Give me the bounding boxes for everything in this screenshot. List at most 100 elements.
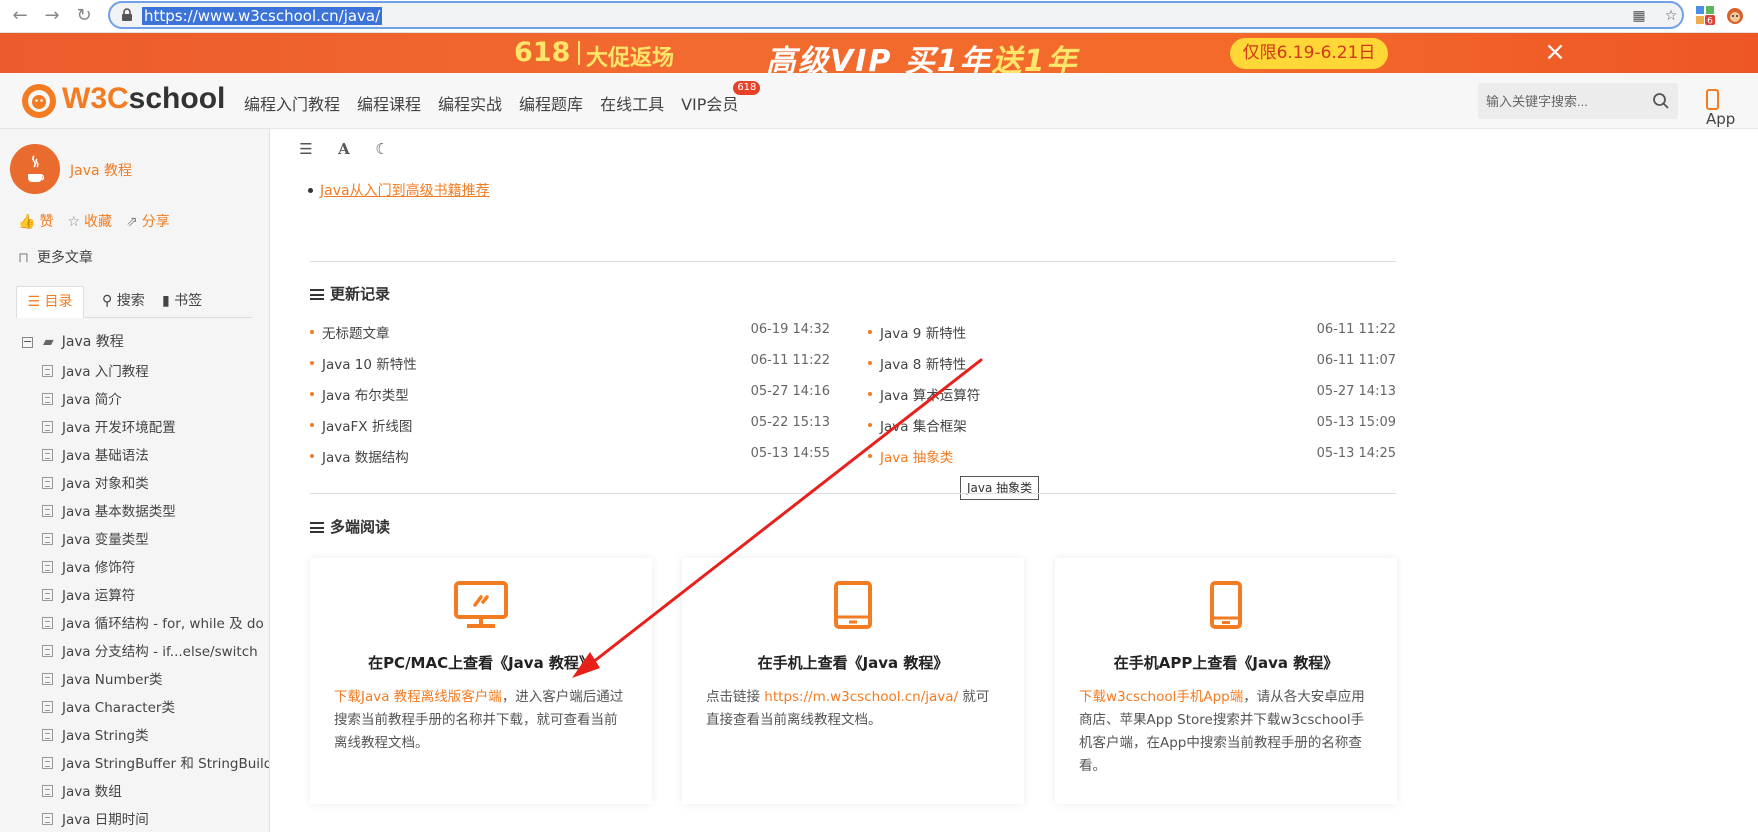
nav-item-vip[interactable]: VIP会员 618 [681,81,761,114]
document-icon [42,617,53,629]
toc-item[interactable]: Java 基础语法 [42,442,269,470]
course-title[interactable]: Java 教程 [70,160,132,180]
tab-bookmarks[interactable]: ▮ 书签 [162,286,202,318]
bookmark-star-icon[interactable]: ☆ [1662,7,1680,25]
collect-button[interactable]: ☆ 收藏 [67,211,112,231]
document-icon [42,673,53,685]
nav-item-courses[interactable]: 编程课程 [357,91,421,114]
toc-item[interactable]: Java 入门教程 [42,358,269,386]
like-button[interactable]: 👍 赞 [18,211,53,231]
nav-item-practice[interactable]: 编程实战 [438,91,502,114]
mobile-url-link[interactable]: https://m.w3cschool.cn/java/ [764,689,958,705]
nav-vip-label: VIP会员 [681,95,739,114]
tree-root-label: Java 教程 [61,334,124,350]
share-label: 分享 [141,214,170,230]
extension-icon[interactable]: 6 [1694,4,1716,26]
reading-toolbar: ☰ A ☾ [296,140,392,158]
app-download-link[interactable]: App [1706,89,1758,128]
toc-item[interactable]: Java 修饰符 [42,554,269,582]
toc-item[interactable]: Java 变量类型 [42,526,269,554]
toc-item-label: Java 基本数据类型 [62,504,176,520]
bookmark-icon: ▮ [162,293,175,309]
update-title: 无标题文章 [322,326,390,342]
toc-item[interactable]: Java 对象和类 [42,470,269,498]
toc-item[interactable]: Java 运算符 [42,582,269,610]
logo-icon[interactable] [20,82,58,120]
toc-item[interactable]: Java 分支结构 - if...else/switch [42,638,269,666]
updates-heading: 更新记录 [310,283,390,304]
promo-date-pill[interactable]: 仅限6.19-6.21日 [1230,38,1388,69]
sidebar-tabs: ☰ 目录 ⚲ 搜索 ▮ 书签 [16,286,252,318]
update-item[interactable]: Java 8 新特性 06-11 11:07 [868,353,1396,373]
update-date: 05-13 15:09 [1316,415,1396,430]
site-header: W3Cschool 编程入门教程 编程课程 编程实战 编程题库 在线工具 VIP… [0,73,1758,129]
search-icon[interactable] [1652,92,1670,110]
divider [310,261,1396,262]
promo-banner[interactable]: 618 大促返场 高级VIP 买1年送1年 仅限6.19-6.21日 × [0,33,1758,79]
update-date: 05-13 14:55 [750,446,830,461]
logo-w3: W3C [62,82,129,115]
browser-toolbar: ← → ↻ https://www.w3cschool.cn/java/ ▦ ☆… [0,0,1758,33]
qr-code-icon[interactable]: ▦ [1630,7,1648,25]
forward-icon[interactable]: → [40,4,64,28]
monkey-extension-icon[interactable] [1724,4,1746,26]
update-item[interactable]: Java 数据结构 05-13 14:55 [310,446,830,466]
nav-item-tools[interactable]: 在线工具 [600,91,664,114]
reload-icon[interactable]: ↻ [72,4,96,28]
toc-item[interactable]: Java Number类 [42,666,269,694]
share-button[interactable]: ⇗ 分享 [126,211,170,231]
download-client-link[interactable]: 下载Java 教程离线版客户端 [334,689,502,705]
tree-root[interactable]: − ▰ Java 教程 [22,331,124,351]
update-item[interactable]: Java 9 新特性 06-11 11:22 [868,322,1396,342]
document-icon [42,477,53,489]
update-item[interactable]: Java 布尔类型 05-27 14:16 [310,384,830,404]
toc-item[interactable]: Java Character类 [42,694,269,722]
nav-item-quiz[interactable]: 编程题库 [519,91,583,114]
java-logo-icon [10,144,60,194]
toc-item-label: Java String类 [62,728,149,744]
address-bar[interactable]: https://www.w3cschool.cn/java/ ▦ ☆ [108,1,1684,29]
url-text[interactable]: https://www.w3cschool.cn/java/ [142,7,383,25]
toc-item[interactable]: Java 循环结构 - for, while 及 do [42,610,269,638]
toc-item[interactable]: Java 简介 [42,386,269,414]
update-item[interactable]: Java 10 新特性 06-11 11:22 [310,353,830,373]
app-label: App [1706,110,1736,128]
nav-item-intro[interactable]: 编程入门教程 [244,91,340,114]
card-title: 在PC/MAC上查看《Java 教程》 [368,654,594,672]
document-icon [42,505,53,517]
more-articles-link[interactable]: ⊓ 更多文章 [18,247,93,267]
menu-icon [310,522,324,533]
close-icon[interactable]: × [1540,37,1570,67]
toc-item[interactable]: Java 数组 [42,778,269,806]
search-input[interactable] [1486,83,1646,119]
update-item[interactable]: Java 算术运算符 05-27 14:13 [868,384,1396,404]
dark-mode-icon[interactable]: ☾ [372,140,392,158]
tab-toc[interactable]: ☰ 目录 [16,286,84,318]
search-box [1478,83,1678,119]
update-item[interactable]: 无标题文章 06-19 14:32 [310,322,830,342]
toc-item-label: Java 分支结构 - if...else/switch [62,644,258,660]
book-recommendation-link[interactable]: Java从入门到高级书籍推荐 [320,183,490,199]
document-icon [42,729,53,741]
update-item[interactable]: Java 抽象类 05-13 14:25 [868,446,1396,466]
toc-toggle-icon[interactable]: ☰ [296,140,316,158]
toc-item[interactable]: Java String类 [42,722,269,750]
toc-item[interactable]: Java 基本数据类型 [42,498,269,526]
toc-item[interactable]: Java 日期时间 [42,806,269,832]
collapse-icon[interactable]: − [22,336,33,348]
card-title: 在手机上查看《Java 教程》 [757,654,949,672]
update-item[interactable]: JavaFX 折线图 05-22 15:13 [310,415,830,435]
back-icon[interactable]: ← [8,4,32,28]
bookmark-outline-icon: ⊓ [18,250,29,266]
logo-text[interactable]: W3Cschool [62,82,225,116]
toc-item-label: Java 入门教程 [62,364,149,380]
download-app-link[interactable]: 下载w3cschool手机App端 [1079,689,1243,705]
menu-icon [310,289,324,300]
document-icon [42,533,53,545]
toc-item[interactable]: Java 开发环境配置 [42,414,269,442]
font-size-icon[interactable]: A [334,140,354,158]
update-item[interactable]: Java 集合框架 05-13 15:09 [868,415,1396,435]
multi-read-title: 多端阅读 [330,518,391,536]
toc-item[interactable]: Java StringBuffer 和 StringBuilde [42,750,269,778]
tab-search[interactable]: ⚲ 搜索 [102,286,145,318]
